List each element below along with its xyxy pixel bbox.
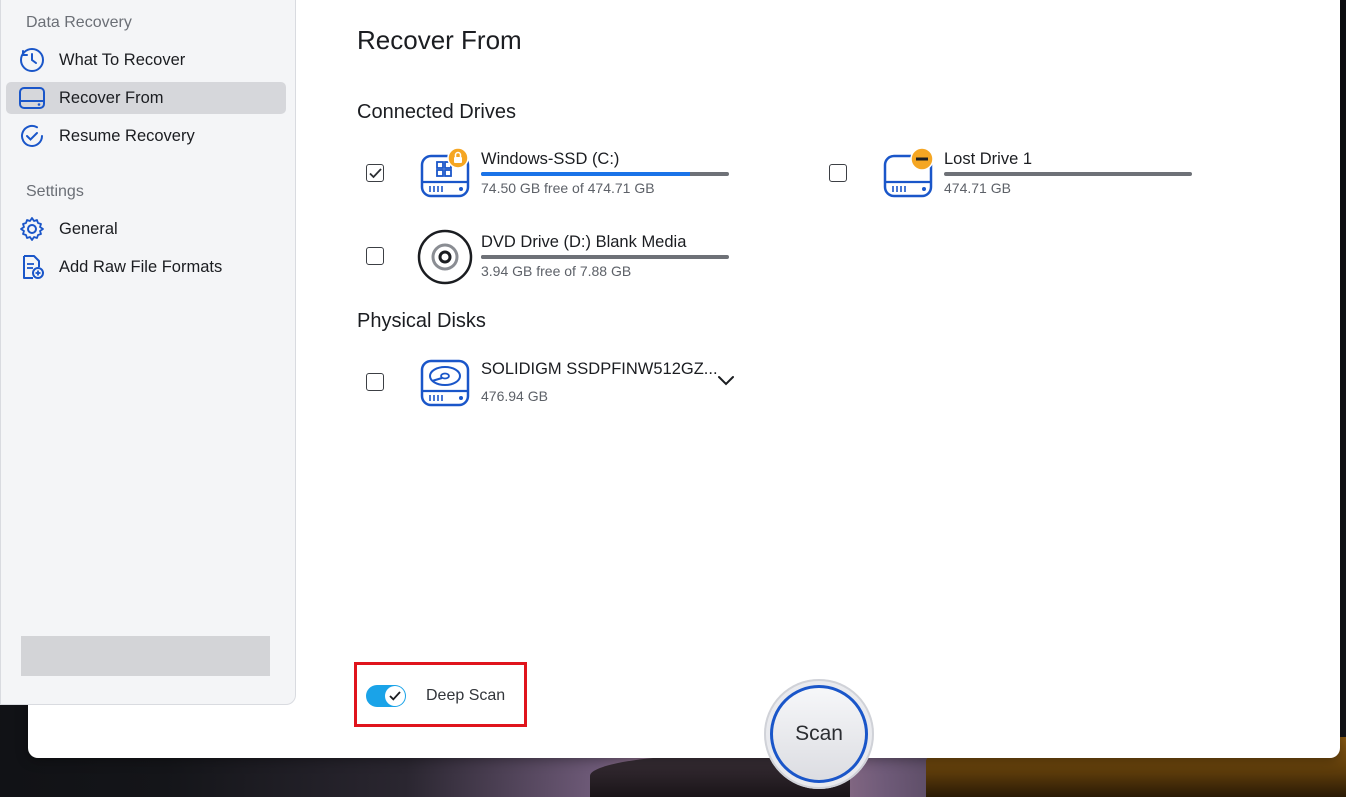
drive-icon bbox=[18, 84, 46, 112]
minus-badge-icon bbox=[910, 147, 934, 171]
disk-checkbox-solidigm[interactable] bbox=[366, 373, 384, 391]
resume-check-icon bbox=[18, 122, 46, 150]
sidebar-item-what-to-recover[interactable]: What To Recover bbox=[6, 44, 286, 76]
toggle-knob bbox=[385, 686, 405, 706]
sidebar-item-label: Recover From bbox=[59, 88, 164, 107]
sidebar-item-label: What To Recover bbox=[59, 50, 186, 69]
drive-checkbox-dvd-drive[interactable] bbox=[366, 247, 384, 265]
sidebar: Data Recovery What To Recover Recover Fr… bbox=[0, 0, 296, 705]
page-title: Recover From bbox=[357, 25, 522, 55]
drive-checkbox-windows-ssd[interactable] bbox=[366, 164, 384, 182]
hard-disk-icon bbox=[418, 355, 474, 411]
sidebar-item-label: Resume Recovery bbox=[59, 126, 195, 145]
drive-checkbox-lost-drive[interactable] bbox=[829, 164, 847, 182]
add-file-icon bbox=[18, 253, 46, 281]
sidebar-item-label: General bbox=[59, 219, 118, 238]
scan-button-label: Scan bbox=[770, 685, 868, 783]
drive-name: Lost Drive 1 bbox=[944, 150, 1033, 168]
sidebar-item-resume-recovery[interactable]: Resume Recovery bbox=[6, 120, 286, 152]
drive-usage-bar bbox=[944, 172, 1192, 176]
drive-name: Windows-SSD (C:) bbox=[481, 150, 620, 168]
scan-button[interactable]: Scan bbox=[764, 679, 874, 789]
checkmark-icon bbox=[389, 691, 401, 701]
sidebar-section-data-recovery: Data Recovery bbox=[26, 14, 132, 31]
drive-usage-bar bbox=[481, 255, 729, 259]
sidebar-item-label: Add Raw File Formats bbox=[59, 257, 223, 276]
chevron-down-icon[interactable] bbox=[717, 373, 735, 387]
sidebar-item-recover-from[interactable]: Recover From bbox=[6, 82, 286, 114]
drive-name: DVD Drive (D:) Blank Media bbox=[481, 233, 687, 251]
history-icon bbox=[18, 46, 46, 74]
drive-usage-fill bbox=[481, 255, 605, 259]
checkmark-icon bbox=[368, 167, 382, 178]
disk-size: 476.94 GB bbox=[481, 388, 548, 404]
disk-name: SOLIDIGM SSDPFINW512GZ... bbox=[481, 360, 718, 378]
sidebar-placeholder-box bbox=[21, 636, 270, 676]
disc-icon bbox=[417, 229, 473, 285]
drive-free-space: 74.50 GB free of 474.71 GB bbox=[481, 180, 655, 196]
section-title-physical-disks: Physical Disks bbox=[357, 310, 486, 332]
drive-usage-bar bbox=[481, 172, 729, 176]
drive-usage-fill bbox=[944, 172, 1192, 176]
drive-size: 474.71 GB bbox=[944, 180, 1011, 196]
sidebar-item-general[interactable]: General bbox=[6, 213, 286, 245]
gear-icon bbox=[18, 215, 46, 243]
lock-badge-icon bbox=[447, 147, 469, 169]
drive-free-space: 3.94 GB free of 7.88 GB bbox=[481, 263, 632, 279]
sidebar-section-settings: Settings bbox=[26, 183, 84, 200]
section-title-connected-drives: Connected Drives bbox=[357, 101, 516, 123]
deep-scan-toggle[interactable] bbox=[366, 685, 406, 707]
deep-scan-label: Deep Scan bbox=[426, 687, 506, 704]
sidebar-item-add-raw-file-formats[interactable]: Add Raw File Formats bbox=[6, 251, 286, 283]
drive-usage-fill bbox=[481, 172, 691, 176]
